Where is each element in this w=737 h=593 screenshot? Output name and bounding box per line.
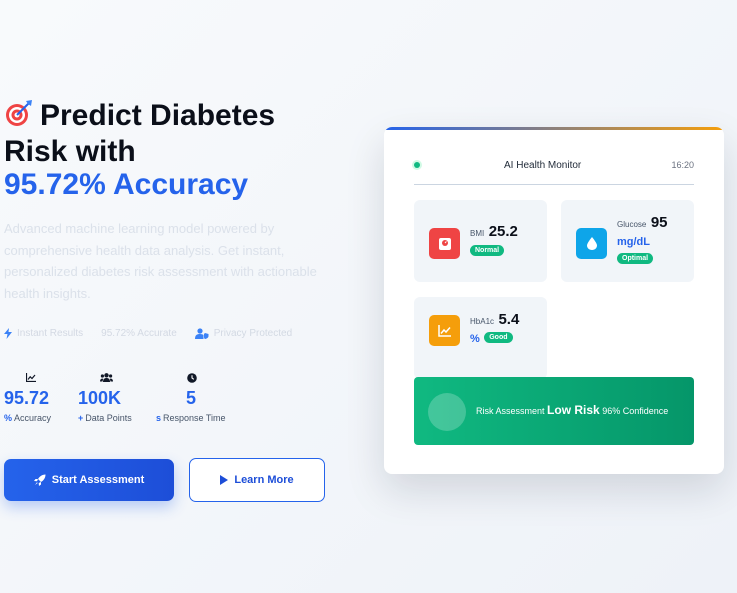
metric-value: 25.2 — [488, 223, 518, 240]
chart-line-icon — [429, 315, 460, 346]
metric-bmi: BMI 25.2 Normal — [414, 200, 547, 282]
stats-row: 95.72 % Accuracy 100K + Data Points 5 s Res… — [4, 373, 244, 433]
bolt-icon — [4, 328, 12, 339]
rocket-icon — [33, 474, 46, 486]
status-badge: Optimal — [617, 253, 654, 265]
clock-icon — [156, 373, 226, 385]
learn-more-button[interactable]: Learn More — [189, 458, 325, 502]
metric-label: BMI — [470, 229, 485, 238]
status-badge: Good — [484, 332, 513, 344]
metric-label: Glucose — [617, 220, 647, 229]
feature-accuracy: 95.72% Accurate — [101, 328, 177, 339]
monitor-title: AI Health Monitor — [504, 160, 582, 171]
metric-text: BMI 25.2 Normal — [470, 223, 518, 259]
title-line-2: Risk with — [4, 135, 136, 168]
feature-label: Instant Results — [17, 328, 84, 339]
risk-confidence: 96% Confidence — [602, 406, 669, 416]
start-assessment-button[interactable]: Start Assessment — [4, 459, 174, 501]
weight-scale-icon — [429, 228, 460, 259]
metric-unit: % — [470, 333, 480, 345]
target-icon — [4, 98, 40, 135]
user-shield-icon — [194, 328, 209, 339]
hero-section: Predict Diabetes Risk with 95.72% Accura… — [4, 98, 364, 502]
metric-hba1c: HbA1c 5.4 % Good — [414, 297, 547, 379]
metric-text: Glucose 95 mg/dL Optimal — [617, 214, 668, 268]
metric-glucose: Glucose 95 mg/dL Optimal — [561, 200, 694, 282]
feature-list: Instant Results 95.72% Accurate Privacy … — [4, 328, 292, 339]
status-dot — [414, 162, 420, 168]
feature-label: Privacy Protected — [213, 328, 293, 339]
feature-privacy: Privacy Protected — [194, 328, 293, 339]
stat-label: + Data Points — [78, 413, 132, 423]
feature-label: 95.72% Accurate — [101, 328, 177, 339]
risk-indicator-circle — [428, 393, 466, 431]
stat-response-time: 5 s Response Time — [156, 373, 226, 423]
metric-text: HbA1c 5.4 % Good — [470, 311, 519, 347]
monitor-header: AI Health Monitor 16:20 — [414, 157, 694, 185]
stat-accuracy: 95.72 % Accuracy — [4, 373, 51, 423]
risk-assessment-banner: Risk Assessment Low Risk 96% Confidence — [414, 377, 694, 445]
chart-line-icon — [4, 373, 51, 385]
stat-value: 5 — [186, 388, 197, 408]
start-button-label: Start Assessment — [51, 474, 145, 486]
title-accent: 95.72% Accuracy — [4, 168, 249, 201]
page-title: Predict Diabetes Risk with 95.72% Accura… — [4, 98, 364, 201]
stat-label: % Accuracy — [4, 413, 52, 423]
monitor-time: 16:20 — [671, 160, 694, 170]
stat-value: 95.72 — [4, 388, 50, 408]
metric-unit: mg/dL — [617, 236, 650, 248]
feature-instant-results: Instant Results — [4, 328, 83, 339]
droplet-icon — [576, 228, 607, 259]
risk-level: Low Risk — [547, 403, 600, 417]
hero-subtitle: Advanced machine learning model powered … — [4, 221, 317, 301]
learn-button-label: Learn More — [234, 474, 294, 486]
status-badge: Normal — [470, 245, 505, 257]
metric-value: 5.4 — [498, 311, 520, 328]
stat-label: s Response Time — [156, 413, 226, 423]
stat-value: 100K — [78, 388, 122, 408]
stat-data-points: 100K + Data Points — [78, 373, 132, 423]
metric-value: 95 — [650, 214, 668, 231]
card-accent-bar — [384, 127, 724, 130]
play-icon — [220, 475, 229, 485]
metric-label: HbA1c — [470, 317, 495, 326]
health-monitor-card: AI Health Monitor 16:20 BMI 25.2 Normal … — [384, 127, 724, 474]
title-line-1: Predict Diabetes — [40, 99, 276, 132]
risk-label: Risk Assessment — [476, 406, 545, 416]
risk-text: Risk Assessment Low Risk 96% Confidence — [476, 403, 668, 417]
users-icon — [78, 373, 132, 385]
